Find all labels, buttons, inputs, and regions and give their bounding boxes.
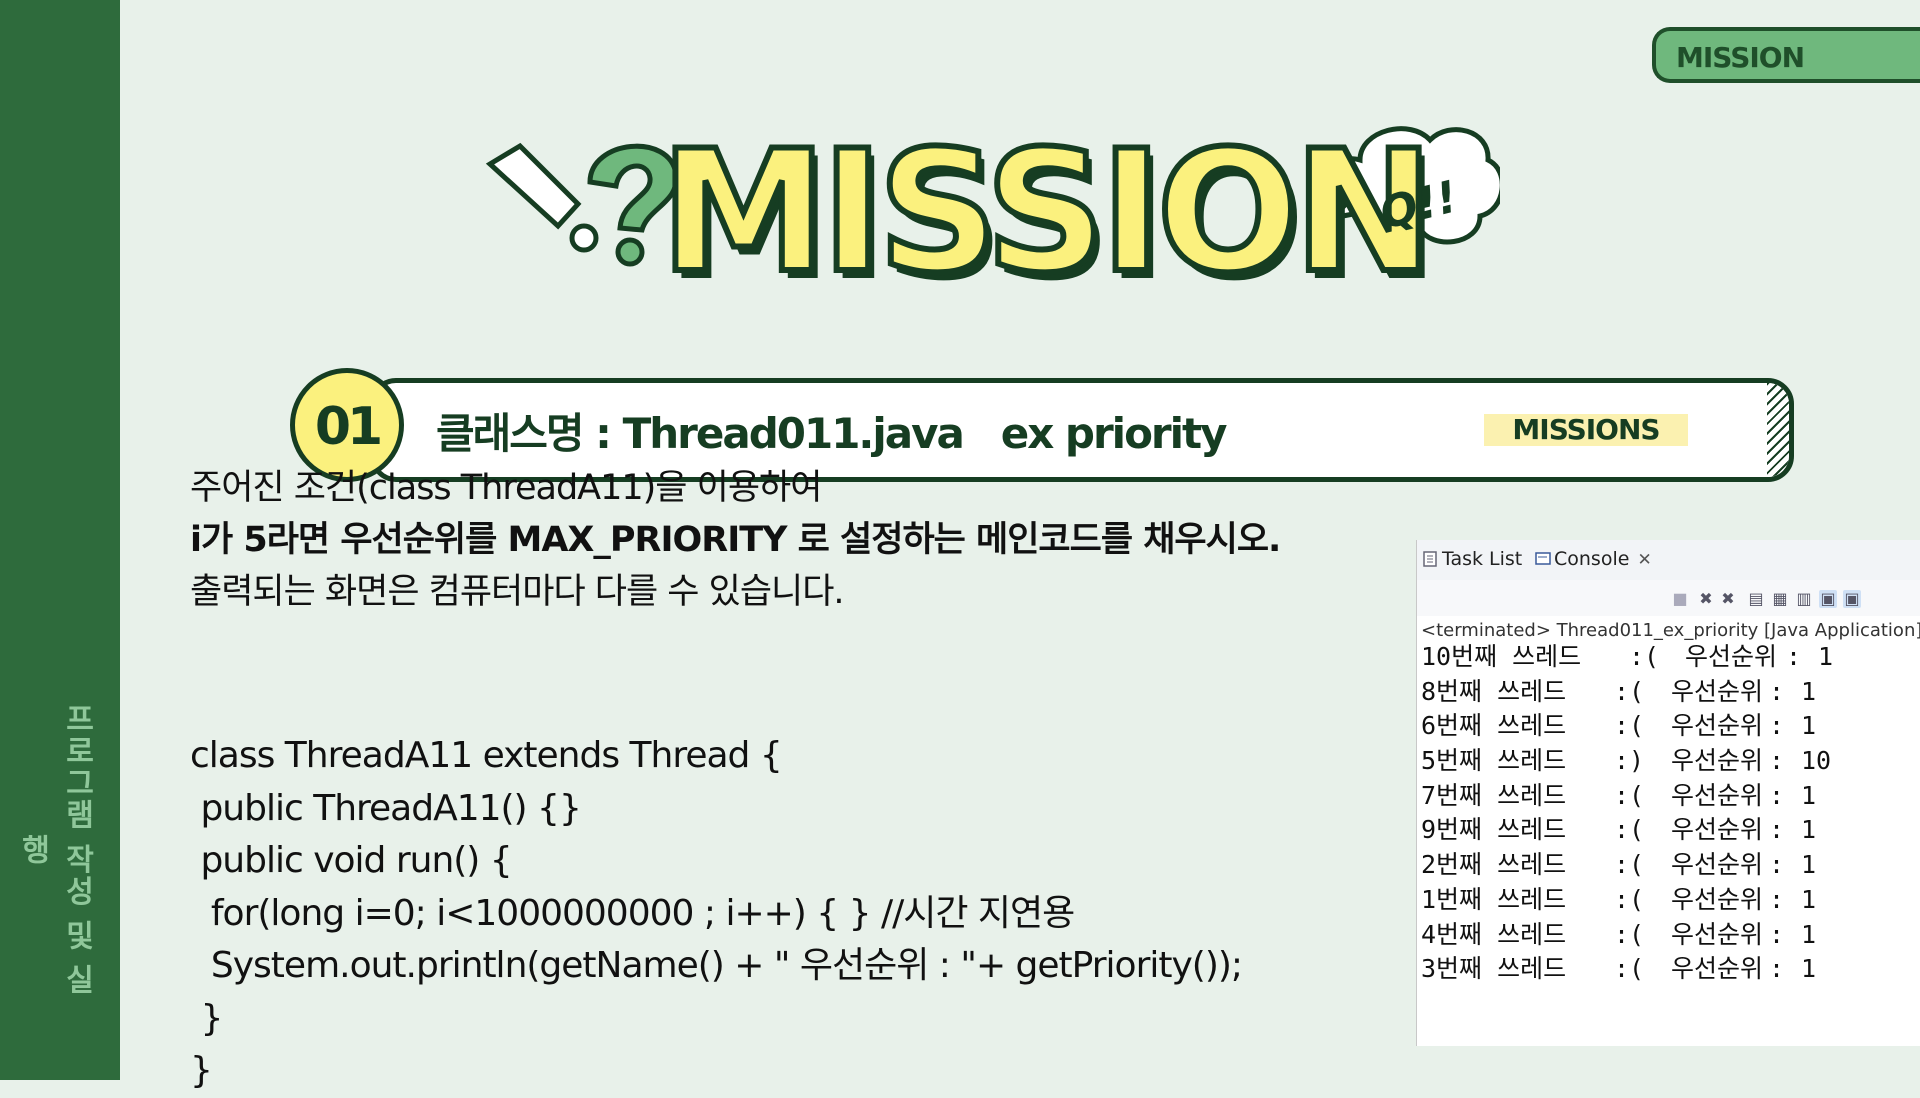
console-tab-bar: Task List Console ✕	[1417, 540, 1920, 581]
missions-badge: MISSIONS	[1484, 414, 1688, 446]
priority-value: 1	[1801, 676, 1817, 706]
tab-task-list-label: Task List	[1442, 548, 1523, 570]
mission-description: 주어진 조건(class ThreadA11)을 이용하여 i가 5라면 우선순…	[190, 462, 1281, 618]
tab-task-list[interactable]: Task List	[1423, 548, 1522, 570]
code-line: }	[190, 997, 223, 1039]
clear-console-icon[interactable]: ▤	[1747, 590, 1765, 608]
code-line: class ThreadA11 extends Thread {	[190, 735, 783, 776]
thread-name: 1번째 쓰레드	[1421, 884, 1567, 914]
console-toolbar: ■ ✖ ✖ ▤ ▦ ▥ ▣ ▣	[1417, 580, 1920, 616]
thread-face: :(	[1614, 676, 1645, 706]
code-line: public ThreadA11() {}	[190, 787, 581, 829]
priority-label: 우선순위	[1671, 919, 1764, 949]
thread-face: :(	[1614, 850, 1645, 880]
priority-label: 우선순위	[1671, 954, 1764, 984]
task-list-icon	[1423, 550, 1437, 567]
tab-console[interactable]: Console ✕	[1535, 548, 1652, 570]
priority-separator: :	[1769, 850, 1785, 880]
bar-hatch-decoration	[1767, 383, 1789, 477]
mission-number: 01	[314, 397, 383, 457]
priority-value: 1	[1801, 954, 1817, 984]
priority-separator: :	[1769, 919, 1785, 949]
priority-value: 1	[1801, 711, 1817, 741]
sidebar-section-label: 프로그램 작성 및 실행	[15, 703, 94, 997]
mission-hero: MISSION Q!!	[480, 120, 1500, 330]
console-icon	[1535, 550, 1551, 566]
priority-separator: :	[1786, 642, 1802, 671]
priority-separator: :	[1769, 884, 1785, 914]
priority-label: 우선순위	[1671, 884, 1764, 914]
thread-name: 3번째 쓰레드	[1421, 954, 1567, 984]
word-wrap-icon[interactable]: ▥	[1795, 590, 1813, 608]
remove-launch-icon[interactable]: ✖	[1697, 590, 1715, 608]
thread-face: :(	[1614, 954, 1645, 984]
tab-console-label: Console	[1554, 548, 1630, 570]
code-block: class ThreadA11 extends Thread { public …	[190, 730, 1243, 1098]
priority-value: 1	[1801, 815, 1817, 845]
thread-face: :(	[1614, 919, 1645, 949]
thread-name: 4번째 쓰레드	[1421, 919, 1567, 949]
thread-name: 5번째 쓰레드	[1421, 746, 1567, 776]
scroll-lock-icon[interactable]: ▦	[1771, 590, 1789, 608]
thread-name: 10번째 쓰레드	[1421, 642, 1582, 671]
code-line: public void run() {	[190, 840, 512, 881]
priority-separator: :	[1769, 746, 1785, 776]
console-status: <terminated> Thread011_ex_priority [Java…	[1421, 620, 1920, 641]
stop-icon[interactable]: ■	[1671, 590, 1689, 608]
code-line: for(long i=0; i<1000000000 ; i++) { } //…	[190, 892, 1075, 934]
priority-value: 1	[1801, 850, 1817, 880]
thread-name: 6번째 쓰레드	[1421, 711, 1567, 741]
thread-name: 8번째 쓰레드	[1421, 676, 1567, 706]
close-icon[interactable]: ✕	[1637, 550, 1651, 570]
priority-value: 1	[1801, 919, 1817, 949]
priority-value: 10	[1801, 746, 1832, 776]
priority-separator: :	[1769, 711, 1785, 741]
code-line: System.out.println(getName() + " 우선순위 : …	[190, 945, 1243, 986]
priority-label: 우선순위	[1671, 815, 1764, 845]
remove-all-icon[interactable]: ✖	[1719, 590, 1737, 608]
priority-value: 1	[1801, 780, 1817, 810]
pin-console-icon[interactable]: ▣	[1843, 590, 1861, 608]
priority-value: 1	[1818, 642, 1834, 671]
priority-separator: :	[1769, 780, 1785, 810]
priority-label: 우선순위	[1685, 642, 1778, 671]
description-line: 주어진 조건(class ThreadA11)을 이용하여	[190, 468, 822, 508]
thread-face: :(	[1614, 780, 1645, 810]
thread-face: :)	[1614, 746, 1645, 776]
console-panel: Task List Console ✕ ■ ✖ ✖ ▤ ▦ ▥ ▣ ▣ <term…	[1416, 540, 1920, 1046]
priority-separator: :	[1769, 954, 1785, 984]
thread-name: 9번째 쓰레드	[1421, 815, 1567, 845]
priority-value: 1	[1801, 884, 1817, 914]
hero-title: MISSION	[657, 114, 1437, 310]
sidebar: 프로그램 작성 및 실행	[0, 0, 120, 1080]
priority-separator: :	[1769, 676, 1785, 706]
thread-name: 7번째 쓰레드	[1421, 780, 1567, 810]
code-line: }	[190, 1050, 213, 1091]
exclamation-icon	[485, 142, 599, 253]
description-line: 출력되는 화면은 컴퓨터마다 다를 수 있습니다.	[190, 572, 845, 612]
mission-tab[interactable]: MISSION	[1652, 27, 1920, 83]
priority-label: 우선순위	[1671, 780, 1764, 810]
show-console-icon[interactable]: ▣	[1819, 590, 1837, 608]
thread-name: 2번째 쓰레드	[1421, 850, 1567, 880]
missions-badge-label: MISSIONS	[1512, 413, 1660, 446]
thread-face: :(	[1614, 815, 1645, 845]
description-line: i가 5라면 우선순위를 MAX_PRIORITY 로 설정하는 메인코드를 채…	[190, 520, 1281, 560]
priority-label: 우선순위	[1671, 850, 1764, 880]
priority-label: 우선순위	[1671, 746, 1764, 776]
priority-separator: :	[1769, 815, 1785, 845]
thread-face: :(	[1614, 711, 1645, 741]
thread-face: :(	[1614, 884, 1645, 914]
priority-label: 우선순위	[1671, 676, 1764, 706]
mission-class-title: 클래스명 : Thread011.java ex priority	[436, 409, 1227, 458]
thread-face: :(	[1629, 642, 1660, 671]
mission-tab-label: MISSION	[1676, 41, 1805, 74]
priority-label: 우선순위	[1671, 711, 1764, 741]
